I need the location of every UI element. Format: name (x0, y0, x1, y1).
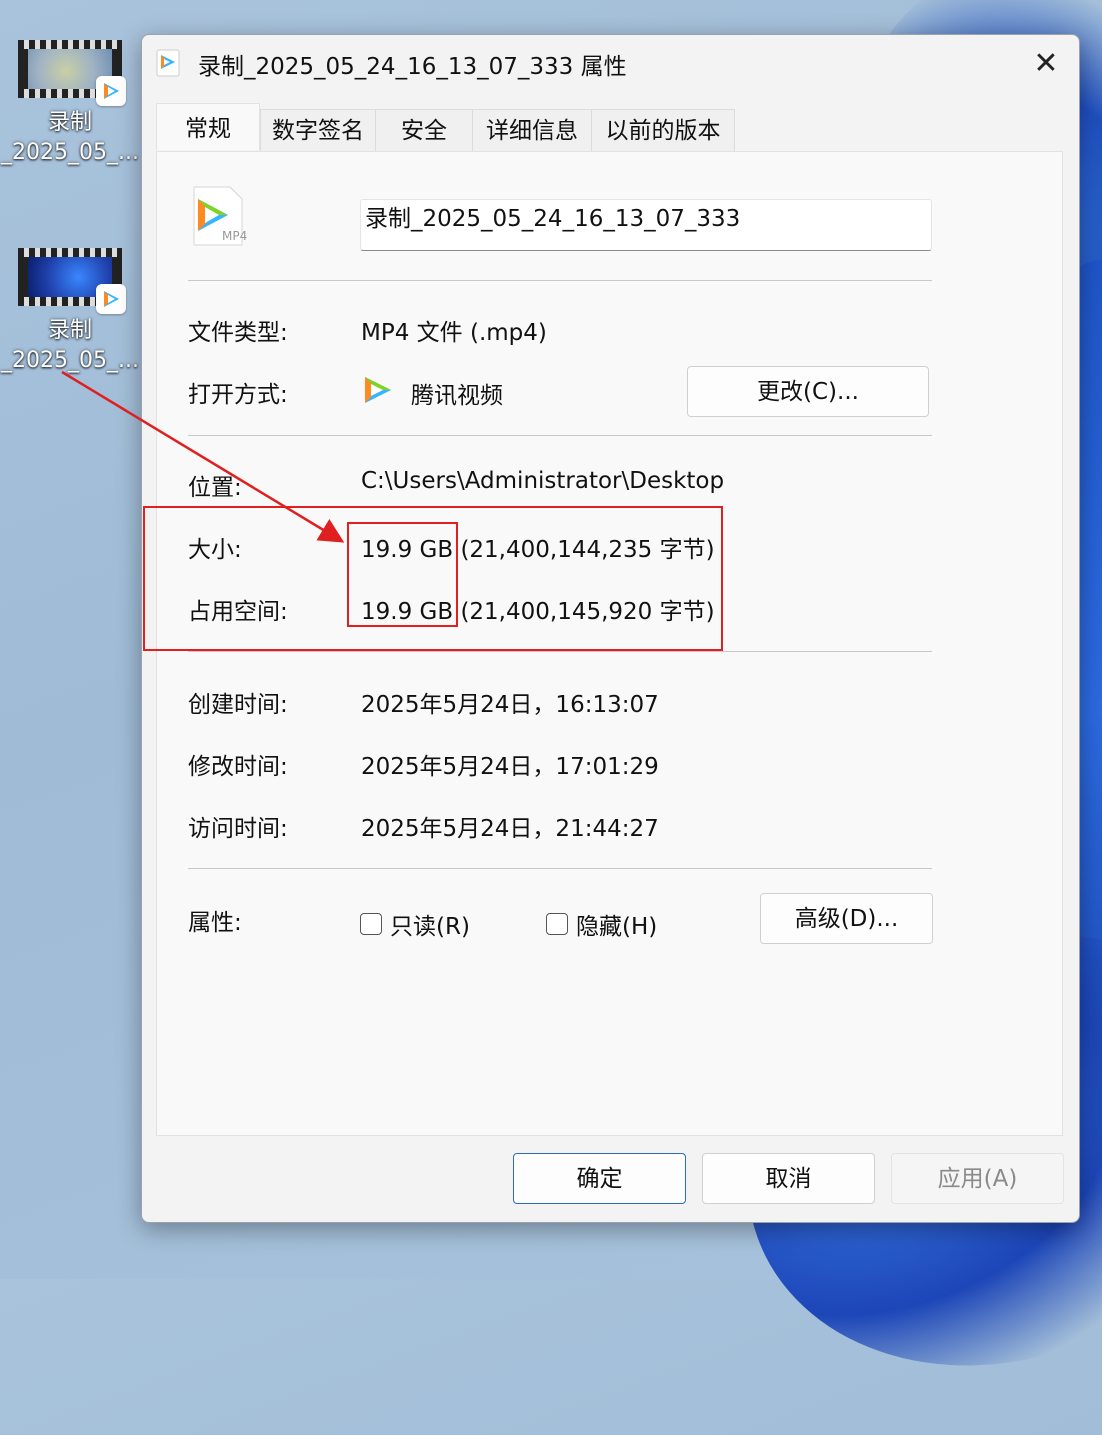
title-bar[interactable]: 录制_2025_05_24_16_13_07_333 属性 ✕ (142, 35, 1079, 91)
separator (188, 651, 932, 652)
accessed-label: 访问时间: (188, 816, 288, 842)
separator (188, 868, 932, 869)
modified-label: 修改时间: (188, 754, 288, 780)
mp4-file-icon: MP4 (192, 185, 247, 246)
change-button[interactable]: 更改(C)... (687, 366, 929, 417)
tencent-video-icon (361, 373, 395, 413)
checkbox-box[interactable] (546, 913, 568, 935)
desktop-video-file-icon[interactable]: 录制 _2025_05_... (0, 40, 140, 168)
separator (188, 435, 932, 436)
hidden-label: 隐藏(H) (576, 914, 658, 940)
video-thumbnail (18, 248, 126, 314)
tencent-video-icon (96, 76, 126, 106)
file-ext-label: MP4 (222, 229, 248, 243)
created-value: 2025年5月24日，16:13:07 (361, 692, 659, 718)
annotation-gb-box (347, 522, 458, 627)
readonly-label: 只读(R) (390, 914, 470, 940)
apply-button: 应用(A) (891, 1153, 1064, 1204)
created-label: 创建时间: (188, 692, 288, 718)
cancel-button[interactable]: 取消 (702, 1153, 875, 1204)
open-with-label: 打开方式: (188, 382, 288, 408)
accessed-value: 2025年5月24日，21:44:27 (361, 816, 659, 842)
file-type-value: MP4 文件 (.mp4) (361, 320, 547, 346)
checkbox-box[interactable] (360, 913, 382, 935)
ok-button[interactable]: 确定 (513, 1153, 686, 1204)
desktop-icon-label: 录制 _2025_05_... (1, 318, 139, 373)
video-thumbnail (18, 40, 126, 106)
readonly-checkbox[interactable]: 只读(R) (360, 907, 470, 941)
location-label: 位置: (188, 475, 242, 501)
tab-previous-versions[interactable]: 以前的版本 (591, 109, 735, 152)
hidden-checkbox[interactable]: 隐藏(H) (546, 907, 657, 941)
desktop-video-file-icon[interactable]: 录制 _2025_05_... (0, 248, 140, 376)
close-icon: ✕ (1033, 45, 1059, 81)
location-value: C:\Users\Administrator\Desktop (361, 468, 725, 494)
separator (188, 280, 932, 281)
attributes-label: 属性: (188, 910, 242, 936)
tab-details[interactable]: 详细信息 (472, 109, 592, 152)
file-type-label: 文件类型: (188, 320, 288, 346)
filename-field[interactable]: 录制_2025_05_24_16_13_07_333 (360, 199, 932, 251)
tab-security[interactable]: 安全 (375, 109, 473, 152)
tencent-video-icon (156, 49, 182, 77)
close-button[interactable]: ✕ (1013, 35, 1079, 91)
window-title: 录制_2025_05_24_16_13_07_333 属性 (198, 54, 627, 80)
open-with-value: 腾讯视频 (411, 383, 503, 409)
open-with-app: 腾讯视频 (361, 373, 503, 413)
modified-value: 2025年5月24日，17:01:29 (361, 754, 659, 780)
advanced-button[interactable]: 高级(D)... (760, 893, 933, 944)
tab-digital-signature[interactable]: 数字签名 (260, 109, 376, 152)
tencent-video-icon (96, 284, 126, 314)
tab-general[interactable]: 常规 (156, 103, 260, 150)
desktop-icon-label: 录制 _2025_05_... (1, 110, 139, 165)
